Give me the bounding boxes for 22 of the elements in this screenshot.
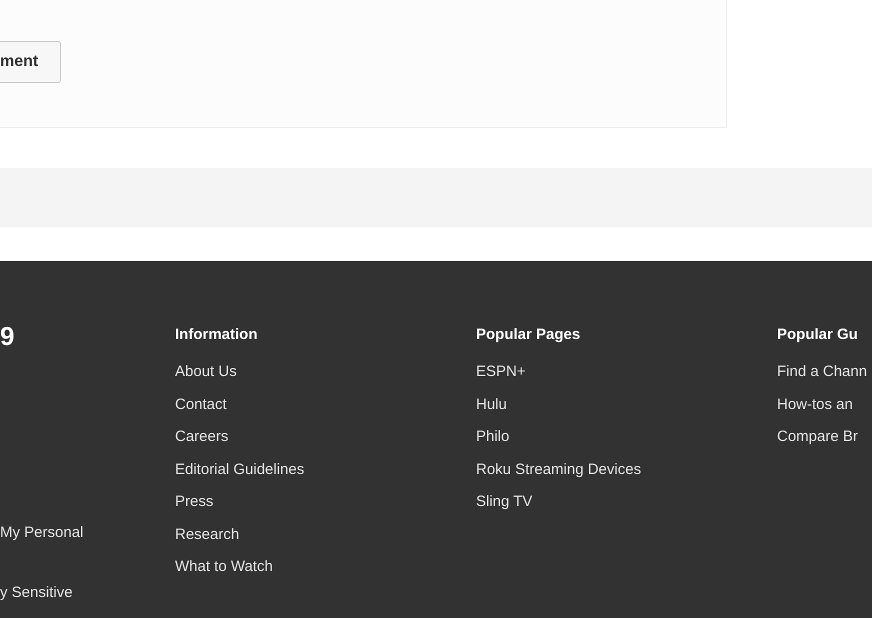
footer-link[interactable]: Compare Br <box>777 427 858 447</box>
footer-link[interactable]: Contact <box>175 394 227 414</box>
footer-link[interactable]: Press <box>175 492 214 512</box>
footer-link[interactable]: ESPN+ <box>476 362 526 382</box>
column-heading: Popular Gu <box>777 325 858 345</box>
logo-text: 9 <box>0 321 14 351</box>
footer-link[interactable]: My Personal <box>0 523 84 543</box>
column-heading: Popular Pages <box>476 325 580 345</box>
footer-link[interactable]: Hulu <box>476 394 507 414</box>
footer-link[interactable]: How-tos an <box>777 394 853 414</box>
column-heading: Information <box>175 325 258 345</box>
footer-link[interactable]: Sling TV <box>476 492 532 512</box>
footer-link[interactable]: y Sensitive <box>0 583 73 603</box>
footer-link[interactable]: Roku Streaming Devices <box>476 460 642 480</box>
footer-link[interactable]: Editorial Guidelines <box>175 460 304 480</box>
footer-link[interactable]: Find a Chann <box>777 362 868 382</box>
footer-link[interactable]: Careers <box>175 427 228 447</box>
footer-link[interactable]: What to Watch <box>175 557 273 577</box>
footer-link[interactable]: Research <box>175 524 240 544</box>
submit-comment-button[interactable]: ment <box>0 41 61 83</box>
footer-link[interactable]: About Us <box>175 362 237 382</box>
footer-link[interactable]: Philo <box>476 427 510 447</box>
